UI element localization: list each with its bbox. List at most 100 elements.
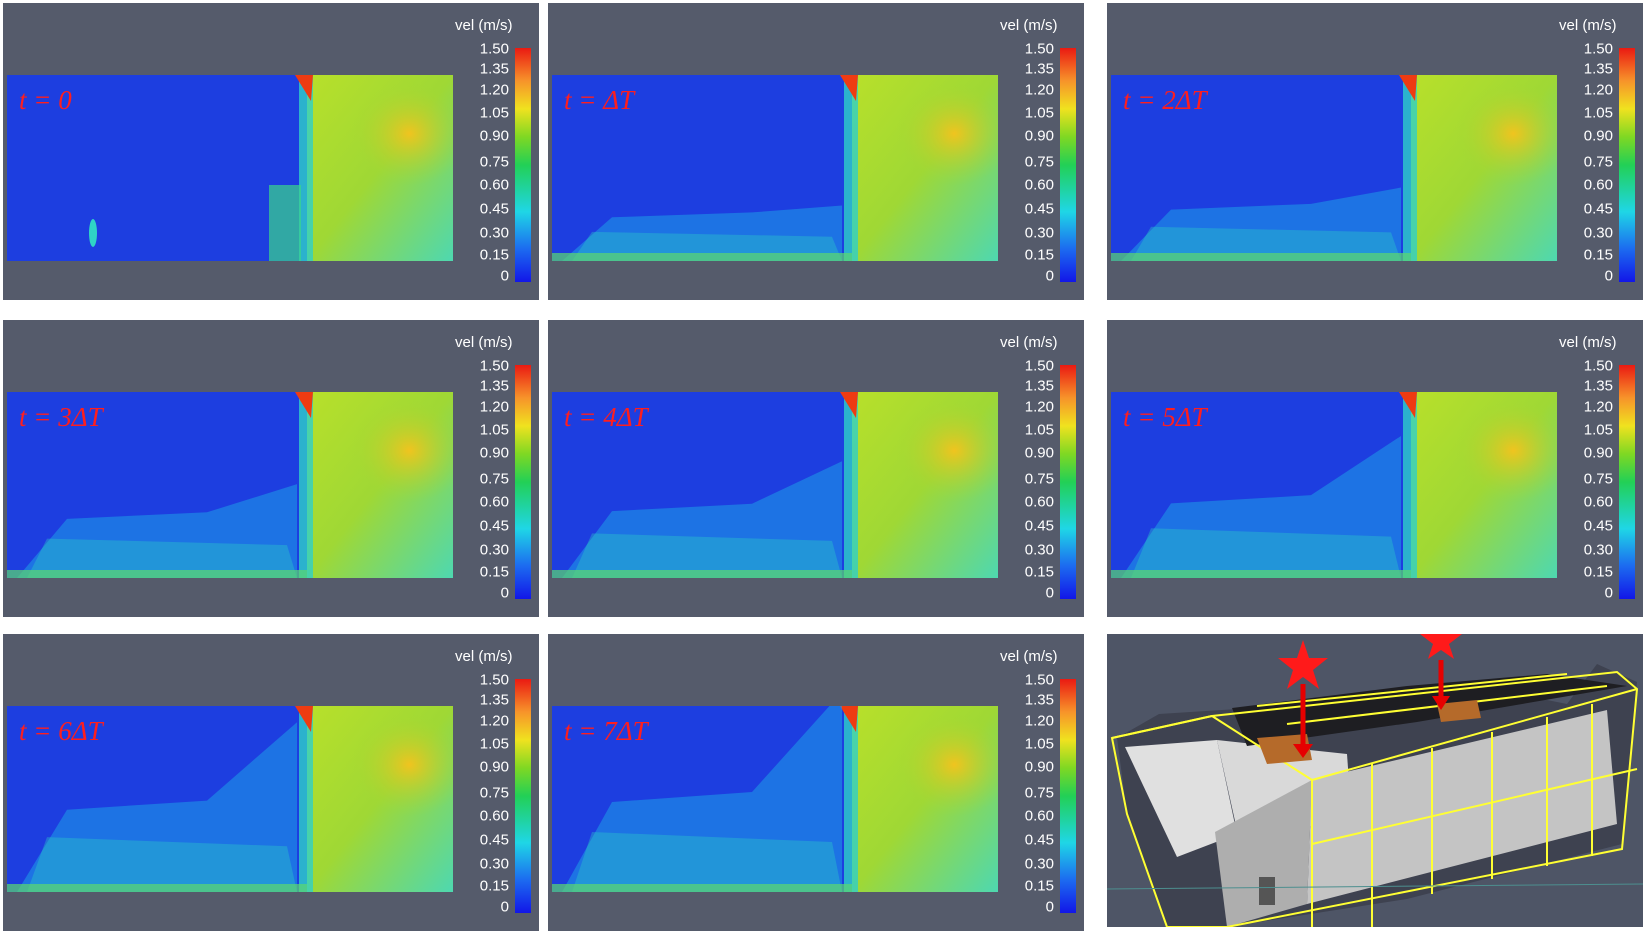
colorbar-tick-label: 1.35 bbox=[1583, 377, 1613, 395]
colorbar-tick-label: 0.75 bbox=[1583, 470, 1613, 488]
colorbar-tick-label: 0.90 bbox=[1583, 127, 1613, 145]
colorbar-tick-label: 0.15 bbox=[479, 563, 509, 581]
colorbar-tick-label: 0.75 bbox=[1583, 153, 1613, 171]
colorbar-tick-label: 0.60 bbox=[479, 176, 509, 194]
colorbar-tick-label: 1.05 bbox=[1583, 104, 1613, 122]
time-label: t = 7ΔT bbox=[564, 716, 648, 746]
colorbar-tick-label: 0.30 bbox=[479, 855, 509, 873]
colorbar-tick-label: 0.30 bbox=[1024, 541, 1054, 559]
colorbar bbox=[1060, 48, 1076, 282]
colorbar-tick-label: 0.45 bbox=[1583, 200, 1613, 218]
star-icon bbox=[1420, 634, 1462, 659]
velocity-panel-1: t = ΔT vel (m/s) 1.50 1.35 1.20 1.05 0.90 0.75 0… bbox=[548, 3, 1084, 300]
colorbar-tick-label: 0.30 bbox=[1583, 224, 1613, 242]
time-label: t = 0 bbox=[19, 85, 72, 115]
colorbar-tick-labels: 1.50 1.35 1.20 1.05 0.90 0.75 0.60 0.45 0.30 0.15… bbox=[994, 320, 1054, 617]
colorbar-tick-label: 0.60 bbox=[1024, 493, 1054, 511]
colorbar-tick-label: 1.05 bbox=[479, 421, 509, 439]
colorbar-tick-label: 1.50 bbox=[479, 357, 509, 375]
colorbar-tick-label: 0.15 bbox=[1024, 563, 1054, 581]
colorbar-tick-label: 1.35 bbox=[1583, 60, 1613, 78]
colorbar-tick-label: 1.05 bbox=[1024, 104, 1054, 122]
velocity-field-plot: t = 2ΔT bbox=[1111, 75, 1557, 261]
colorbar-tick-label: 0.75 bbox=[1024, 153, 1054, 171]
colorbar-tick-label: 0.90 bbox=[479, 127, 509, 145]
velocity-field-plot: t = 0 bbox=[7, 75, 453, 261]
colorbar-tick-label: 1.35 bbox=[479, 691, 509, 709]
time-label: t = 4ΔT bbox=[564, 402, 648, 432]
colorbar-tick-labels: 1.50 1.35 1.20 1.05 0.90 0.75 0.60 0.45 0.30 0.15… bbox=[449, 3, 509, 300]
colorbar-tick-label: 0.90 bbox=[1583, 444, 1613, 462]
colorbar-tick-label: 0.15 bbox=[1583, 563, 1613, 581]
building-render-svg bbox=[1107, 634, 1643, 927]
colorbar-tick-label: 0.75 bbox=[479, 153, 509, 171]
velocity-field-plot: t = 5ΔT bbox=[1111, 392, 1557, 578]
colorbar bbox=[515, 48, 531, 282]
time-label: t = ΔT bbox=[564, 85, 635, 115]
colorbar-tick-label: 1.20 bbox=[1024, 712, 1054, 730]
velocity-panel-5: t = 5ΔT vel (m/s) 1.50 1.35 1.20 1.05 0.90 0.75… bbox=[1107, 320, 1643, 617]
velocity-panel-6: t = 6ΔT vel (m/s) 1.50 1.35 1.20 1.05 0.90 0.75… bbox=[3, 634, 539, 931]
colorbar-tick-label: 0 bbox=[500, 584, 509, 602]
time-label: t = 2ΔT bbox=[1123, 85, 1207, 115]
colorbar-tick-label: 0.15 bbox=[479, 877, 509, 895]
colorbar-tick-label: 0.45 bbox=[1024, 200, 1054, 218]
colorbar-tick-label: 0.15 bbox=[1583, 246, 1613, 264]
velocity-field-plot: t = 3ΔT bbox=[7, 392, 453, 578]
colorbar-tick-label: 0.60 bbox=[1583, 493, 1613, 511]
colorbar-tick-label: 1.20 bbox=[1583, 81, 1613, 99]
velocity-field-plot: t = 4ΔT bbox=[552, 392, 998, 578]
colorbar-tick-label: 0.75 bbox=[479, 470, 509, 488]
velocity-panel-7: t = 7ΔT vel (m/s) 1.50 1.35 1.20 1.05 0.90 0.75… bbox=[548, 634, 1084, 931]
colorbar-tick-label: 0 bbox=[1045, 584, 1054, 602]
colorbar-tick-label: 1.35 bbox=[479, 60, 509, 78]
colorbar-tick-labels: 1.50 1.35 1.20 1.05 0.90 0.75 0.60 0.45 0.30 0.15… bbox=[1553, 3, 1613, 300]
colorbar-tick-label: 0.45 bbox=[1024, 517, 1054, 535]
velocity-field-plot: t = ΔT bbox=[552, 75, 998, 261]
colorbar-tick-label: 1.35 bbox=[1024, 60, 1054, 78]
colorbar-tick-label: 0.60 bbox=[479, 493, 509, 511]
colorbar-tick-label: 0.30 bbox=[1024, 855, 1054, 873]
colorbar-tick-label: 0.60 bbox=[1024, 176, 1054, 194]
colorbar-tick-label: 1.50 bbox=[1583, 40, 1613, 58]
colorbar-tick-label: 1.05 bbox=[1583, 421, 1613, 439]
building-3d-model bbox=[1107, 634, 1643, 927]
colorbar bbox=[1060, 679, 1076, 913]
colorbar-tick-label: 0.75 bbox=[1024, 784, 1054, 802]
colorbar-tick-label: 1.20 bbox=[479, 712, 509, 730]
colorbar-tick-label: 0.90 bbox=[1024, 758, 1054, 776]
colorbar-tick-label: 1.05 bbox=[479, 735, 509, 753]
colorbar-tick-label: 1.35 bbox=[479, 377, 509, 395]
colorbar-tick-label: 0.30 bbox=[1024, 224, 1054, 242]
colorbar bbox=[1619, 365, 1635, 599]
colorbar-tick-label: 0 bbox=[500, 267, 509, 285]
velocity-field-plot: t = 7ΔT bbox=[552, 706, 998, 892]
colorbar-tick-label: 0.15 bbox=[1024, 877, 1054, 895]
door bbox=[1259, 877, 1275, 905]
colorbar-tick-label: 0.45 bbox=[479, 517, 509, 535]
velocity-panel-3: t = 3ΔT vel (m/s) 1.50 1.35 1.20 1.05 0.90 0.75… bbox=[3, 320, 539, 617]
colorbar-tick-labels: 1.50 1.35 1.20 1.05 0.90 0.75 0.60 0.45 0.30 0.15… bbox=[449, 320, 509, 617]
colorbar-tick-label: 0.75 bbox=[1024, 470, 1054, 488]
velocity-panel-4: t = 4ΔT vel (m/s) 1.50 1.35 1.20 1.05 0.90 0.75… bbox=[548, 320, 1084, 617]
colorbar-tick-label: 0.30 bbox=[479, 224, 509, 242]
velocity-panel-0: t = 0 vel (m/s) 1.50 1.35 1.20 1.05 0.90 0.75 0.… bbox=[3, 3, 539, 300]
colorbar-tick-labels: 1.50 1.35 1.20 1.05 0.90 0.75 0.60 0.45 0.30 0.15… bbox=[994, 634, 1054, 931]
colorbar-tick-label: 0.45 bbox=[1024, 831, 1054, 849]
colorbar bbox=[515, 365, 531, 599]
colorbar bbox=[1060, 365, 1076, 599]
colorbar-tick-labels: 1.50 1.35 1.20 1.05 0.90 0.75 0.60 0.45 0.30 0.15… bbox=[449, 634, 509, 931]
colorbar-tick-label: 1.05 bbox=[1024, 421, 1054, 439]
colorbar-tick-labels: 1.50 1.35 1.20 1.05 0.90 0.75 0.60 0.45 0.30 0.15… bbox=[994, 3, 1054, 300]
colorbar-tick-label: 0.60 bbox=[1024, 807, 1054, 825]
colorbar-tick-label: 0.15 bbox=[1024, 246, 1054, 264]
colorbar-tick-label: 0 bbox=[1604, 584, 1613, 602]
colorbar-tick-label: 0 bbox=[500, 898, 509, 916]
colorbar bbox=[1619, 48, 1635, 282]
colorbar-tick-label: 0.30 bbox=[479, 541, 509, 559]
colorbar-tick-label: 1.20 bbox=[1583, 398, 1613, 416]
velocity-field bbox=[89, 75, 453, 261]
colorbar-tick-label: 0.45 bbox=[479, 831, 509, 849]
colorbar-tick-label: 0 bbox=[1045, 267, 1054, 285]
colorbar-tick-label: 1.35 bbox=[1024, 377, 1054, 395]
